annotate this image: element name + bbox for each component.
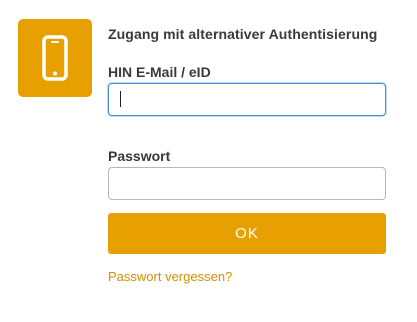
email-field[interactable] [108,83,386,116]
form-heading: Zugang mit alternativer Authentisierung [108,26,378,42]
email-label: HIN E-Mail / eID [108,64,211,80]
smartphone-icon [42,35,68,81]
app-tile [18,19,92,97]
password-label: Passwort [108,148,171,164]
text-caret [120,91,121,107]
forgot-password-link[interactable]: Passwort vergessen? [108,269,232,284]
ok-button[interactable]: OK [108,213,386,254]
password-field[interactable] [108,167,386,200]
